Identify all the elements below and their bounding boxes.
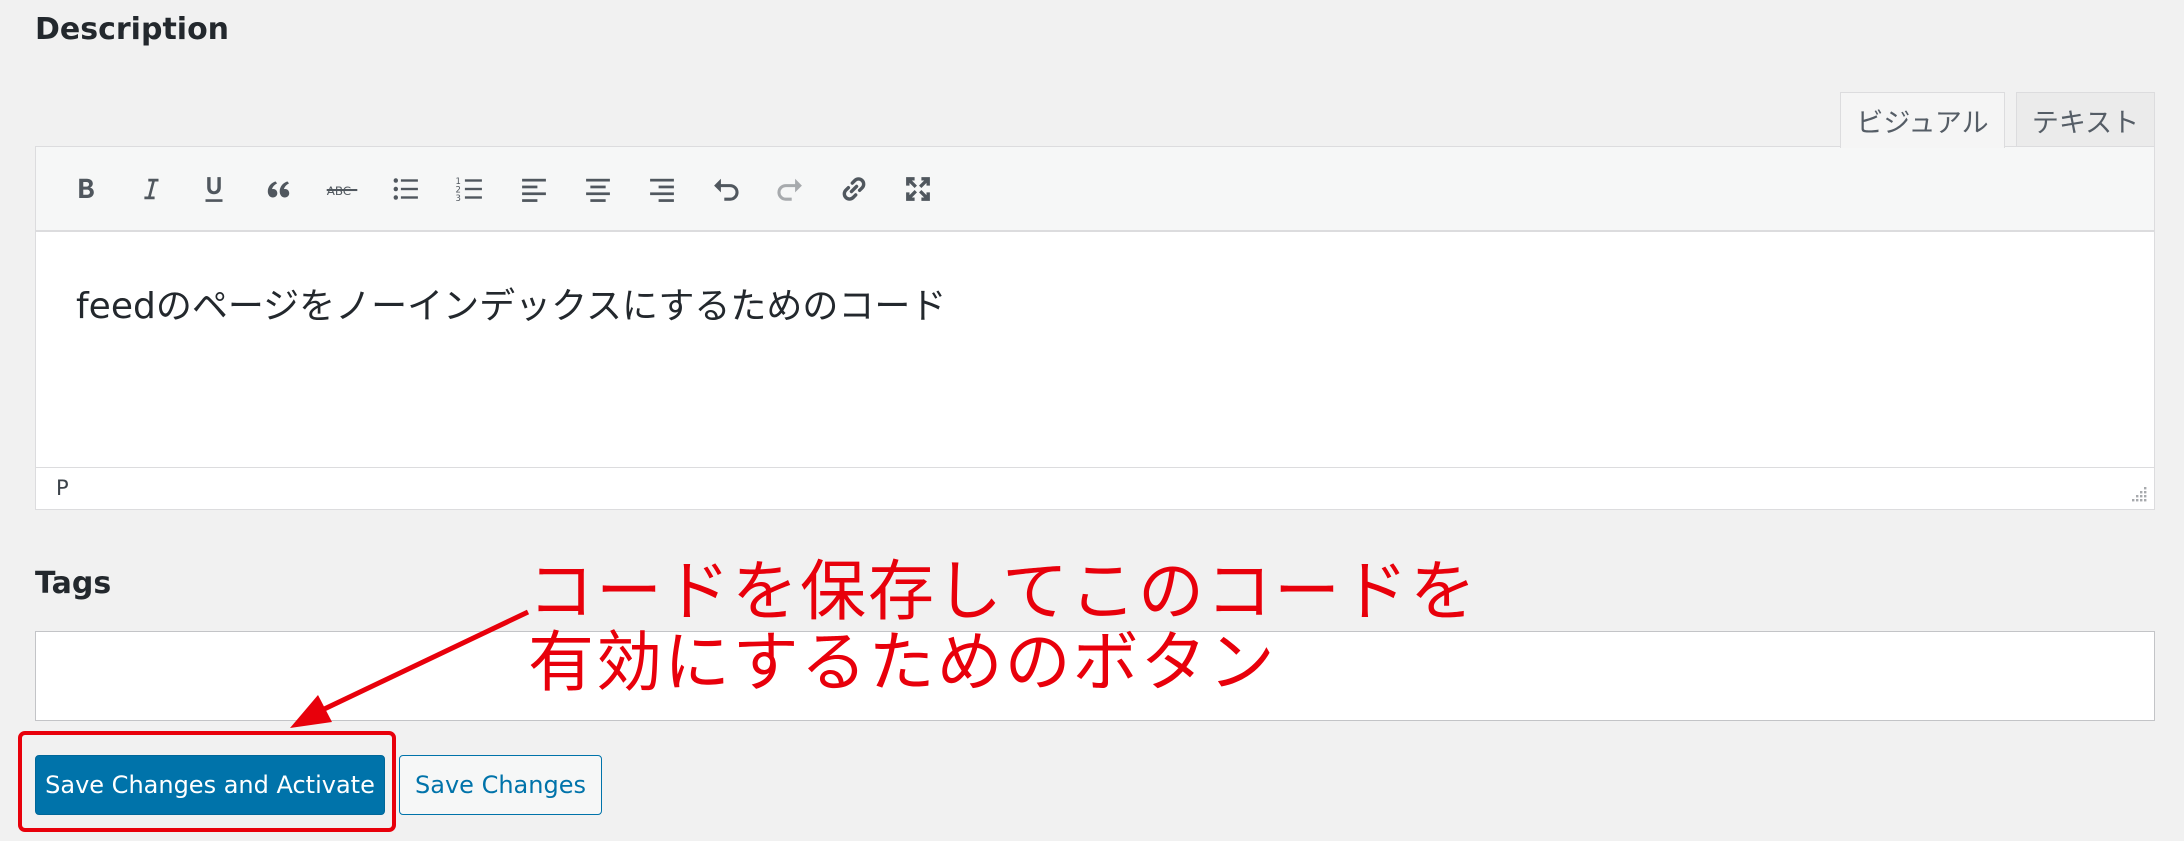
italic-icon [144, 178, 159, 199]
element-path[interactable]: P [56, 476, 69, 500]
underline-button[interactable] [182, 161, 246, 217]
bold-button[interactable] [54, 161, 118, 217]
save-and-activate-button[interactable]: Save Changes and Activate [35, 755, 385, 815]
numbered-list-icon: 123 [456, 176, 482, 203]
align-center-button[interactable] [566, 161, 630, 217]
align-center-icon [586, 178, 610, 202]
undo-icon [714, 178, 739, 201]
annotation-line-2: 有効にするためのボタン [528, 624, 1277, 701]
align-right-icon [650, 178, 674, 202]
tab-text[interactable]: テキスト [2016, 92, 2155, 147]
redo-icon [777, 178, 802, 201]
fullscreen-button[interactable] [886, 161, 950, 217]
fullscreen-icon [906, 176, 930, 201]
tags-heading: Tags [35, 566, 112, 601]
strikethrough-icon: ABC [326, 183, 358, 197]
bullet-list-button[interactable] [374, 161, 438, 217]
undo-button[interactable] [694, 161, 758, 217]
description-editor[interactable]: ABC 123 feedのページをノーインデックスにするためのコード [35, 146, 2155, 510]
annotation-line-1: コードを保存してこのコードを [528, 553, 1479, 630]
numbered-list-button[interactable]: 123 [438, 161, 502, 217]
editor-content[interactable]: feedのページをノーインデックスにするためのコード [76, 277, 946, 329]
resize-grip-icon[interactable] [2128, 483, 2148, 503]
editor-statusbar: P [36, 467, 2154, 509]
align-right-button[interactable] [630, 161, 694, 217]
quote-icon [267, 180, 290, 197]
editor-toolbar: ABC 123 [36, 147, 2154, 232]
svg-text:3: 3 [456, 193, 461, 203]
tab-visual[interactable]: ビジュアル [1840, 92, 2005, 148]
align-left-icon [522, 178, 546, 202]
underline-icon [205, 176, 223, 202]
description-heading: Description [35, 12, 230, 47]
align-left-button[interactable] [502, 161, 566, 217]
bold-icon [79, 178, 94, 198]
blockquote-button[interactable] [246, 161, 310, 217]
strikethrough-button[interactable]: ABC [310, 161, 374, 217]
italic-button[interactable] [118, 161, 182, 217]
bullet-list-icon [393, 177, 418, 200]
save-changes-button[interactable]: Save Changes [399, 755, 602, 815]
link-button[interactable] [822, 161, 886, 217]
redo-button[interactable] [758, 161, 822, 217]
link-icon [842, 176, 866, 201]
